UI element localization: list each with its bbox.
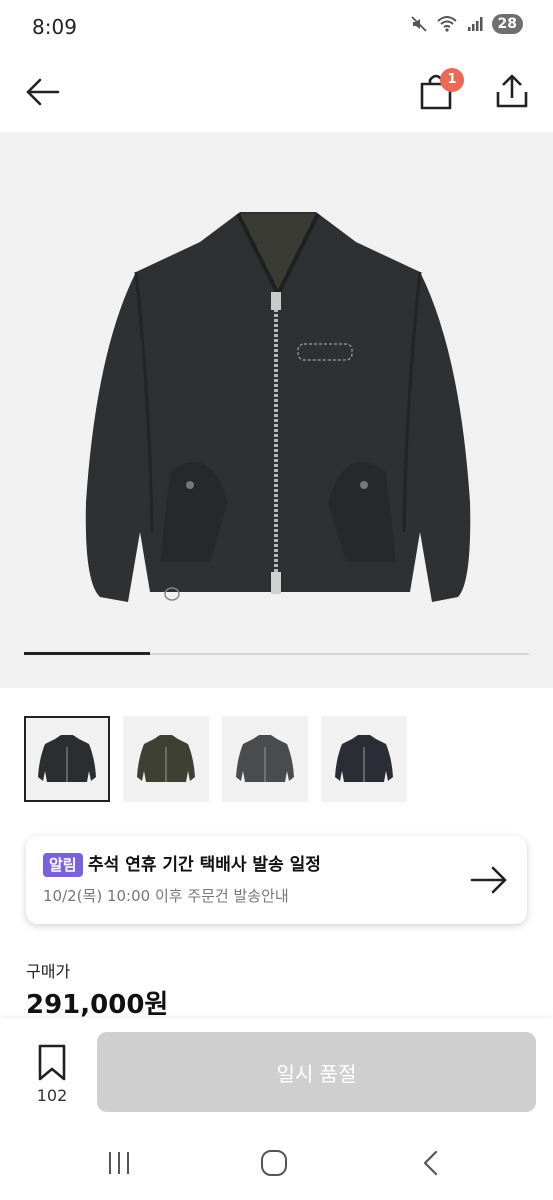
thumbnail-black-jacket-front[interactable] (24, 716, 110, 802)
back-nav-icon[interactable] (416, 1148, 446, 1178)
product-image (85, 212, 471, 602)
arrow-left-icon (26, 78, 60, 106)
battery-indicator: 28 (491, 14, 523, 34)
recent-apps-icon[interactable] (104, 1148, 134, 1178)
thumbnail-olive-jacket-front[interactable] (123, 716, 209, 802)
status-time: 8:09 (32, 15, 77, 39)
notice-title: 추석 연휴 기간 택배사 발송 일정 (88, 855, 321, 875)
bottom-action-bar: 102 일시 품절 (0, 1018, 553, 1130)
signal-icon (467, 17, 483, 31)
notice-subtitle: 10/2(목) 10:00 이후 주문건 발송안내 (43, 887, 289, 905)
wishlist-count: 102 (36, 1086, 68, 1105)
price-value: 291,000원 (26, 990, 169, 1020)
thumbnail-image (137, 735, 195, 782)
thumbnail-charcoal-jacket-front[interactable] (222, 716, 308, 802)
thumbnail-image (38, 735, 96, 782)
sold-out-button[interactable]: 일시 품절 (97, 1032, 536, 1112)
thumbnail-image (236, 735, 294, 782)
share-upload-icon (496, 74, 528, 108)
price-label: 구매가 (26, 962, 71, 981)
mute-icon (410, 16, 427, 32)
wifi-icon (436, 16, 457, 32)
thumbnail-image (335, 735, 393, 782)
thumbnail-navy-jacket-front[interactable] (321, 716, 407, 802)
status-bar: 8:09 28 (0, 0, 553, 56)
system-navigation-bar (0, 1130, 553, 1200)
back-button[interactable] (22, 72, 62, 112)
carousel-progress-track (24, 652, 529, 655)
home-icon[interactable] (258, 1148, 290, 1178)
arrow-right-icon[interactable] (469, 862, 509, 898)
notice-banner[interactable]: 알림 추석 연휴 기간 택배사 발송 일정 10/2(목) 10:00 이후 주… (26, 836, 527, 924)
status-icons: 28 (410, 14, 523, 34)
wishlist-button[interactable]: 102 (28, 1042, 76, 1108)
share-button[interactable] (490, 70, 534, 114)
cart-count-badge: 1 (440, 68, 464, 92)
notice-tag: 알림 (43, 853, 83, 877)
top-app-bar: 1 (0, 56, 553, 132)
carousel-progress-fill (24, 652, 151, 655)
bookmark-icon (38, 1044, 66, 1081)
product-image-carousel[interactable] (0, 132, 553, 688)
thumbnail-strip (24, 716, 407, 802)
